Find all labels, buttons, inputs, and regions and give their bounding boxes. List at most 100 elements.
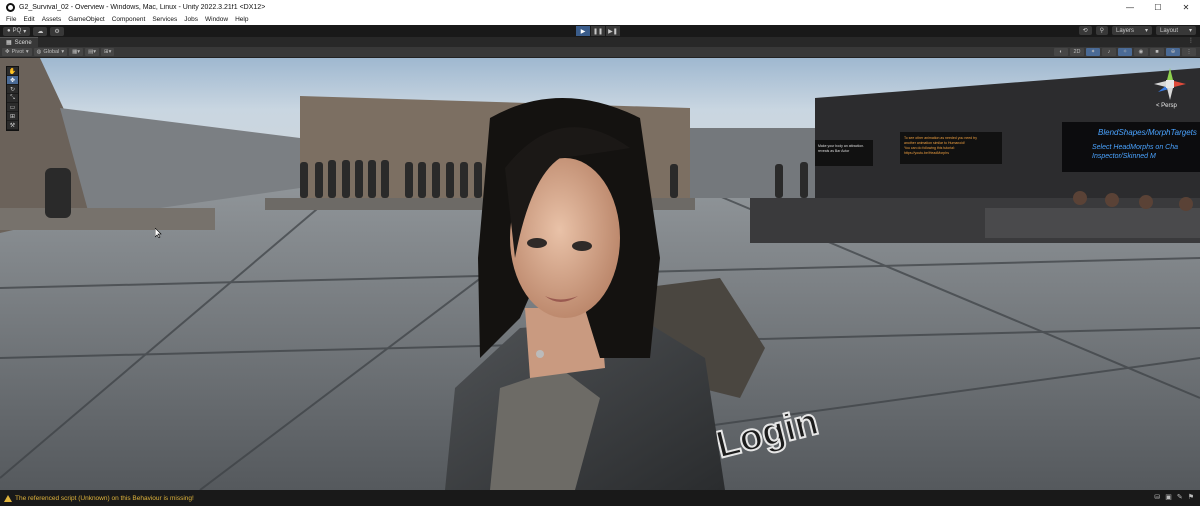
warning-icon: [4, 494, 12, 502]
status-message[interactable]: The referenced script (Unknown) on this …: [15, 495, 194, 502]
menu-assets[interactable]: Assets: [42, 16, 62, 23]
tab-menu-icon[interactable]: ⋮: [1188, 37, 1194, 44]
maximize-button[interactable]: ☐: [1144, 0, 1172, 14]
layout-dropdown[interactable]: Layout ▾: [1156, 26, 1196, 35]
axis-gizmo-icon: [1154, 68, 1186, 100]
menu-services[interactable]: Services: [152, 16, 177, 23]
progress-icon[interactable]: ⛁: [1154, 493, 1160, 501]
grid-snap-button[interactable]: ▦▾: [69, 48, 84, 56]
left-platform: [0, 208, 215, 230]
step-button[interactable]: ▶❚: [606, 26, 620, 36]
head-display-shelf: [985, 208, 1200, 238]
effects-toggle[interactable]: ✧: [1118, 48, 1132, 56]
effects-icon: ✧: [1122, 49, 1128, 55]
account-button[interactable]: ● PQ ▾: [3, 26, 31, 36]
play-button[interactable]: ▶: [576, 26, 590, 36]
scene-tab-bar: ▦ Scene ⋮: [0, 37, 1200, 47]
shading-icon: ◐: [1059, 49, 1063, 55]
history-button[interactable]: ⟲: [1078, 26, 1092, 35]
collab-button[interactable]: ⚙: [50, 26, 64, 36]
mouse-cursor-icon: [155, 228, 162, 238]
layers-label: Layers: [1116, 27, 1135, 34]
2d-toggle[interactable]: 2D: [1070, 48, 1084, 56]
sign-2-text: To see other animation as needed you nee…: [904, 136, 977, 155]
overlay-menu-button[interactable]: ⋮: [1182, 48, 1196, 56]
scene-grid-icon: ▦: [6, 40, 12, 46]
snap-increment-button[interactable]: ▤▾: [85, 48, 100, 56]
tab-scene-label: Scene: [14, 39, 32, 46]
projection-label[interactable]: < Persp: [1156, 103, 1177, 109]
search-button[interactable]: ⚲: [1095, 26, 1108, 35]
chevron-down-icon: ▾: [1188, 28, 1192, 34]
orientation-gizmo[interactable]: [1152, 66, 1188, 102]
cloud-button[interactable]: ☁: [33, 26, 48, 36]
chevron-down-icon: ▾: [61, 49, 65, 55]
layers-dropdown[interactable]: Layers ▾: [1112, 26, 1152, 35]
layout-label: Layout: [1160, 27, 1179, 34]
vertex-snap-button[interactable]: ⊞▾: [101, 48, 115, 56]
grid-icon: ▦▾: [72, 49, 81, 55]
debug-icon[interactable]: ✎: [1177, 493, 1183, 501]
snap-icon: ▤▾: [88, 49, 97, 55]
tab-scene[interactable]: ▦ Scene: [0, 37, 38, 47]
menu-edit[interactable]: Edit: [23, 16, 34, 23]
tool-palette: ✋ ✥ ↻ ⤡ ▭ ⊞ ⚒: [6, 66, 19, 131]
rect-tool-icon[interactable]: ▭: [7, 103, 18, 112]
window-title: G2_Survival_02 - Overview - Windows, Mac…: [19, 3, 266, 11]
pivot-toggle[interactable]: ✥ Pivot ▾: [2, 48, 32, 56]
draw-mode-button[interactable]: ◐: [1054, 48, 1068, 56]
scale-tool-icon[interactable]: ⤡: [7, 94, 18, 103]
globe-icon: ◍: [36, 49, 42, 55]
chevron-down-icon: ▾: [25, 49, 29, 55]
move-tool-icon[interactable]: ✥: [7, 76, 18, 85]
status-right: ⛁ ▣ ✎ ⚑: [1154, 493, 1194, 501]
hand-tool-icon[interactable]: ✋: [7, 67, 18, 76]
account-icon: ●: [7, 28, 11, 34]
gizmos-toggle[interactable]: ⊕: [1166, 48, 1180, 56]
menu-jobs[interactable]: Jobs: [184, 16, 198, 23]
minimize-button[interactable]: —: [1116, 0, 1144, 14]
gizmo-icon: ⊕: [1170, 49, 1176, 55]
status-bar[interactable]: The referenced script (Unknown) on this …: [0, 490, 1200, 506]
custom-tool-icon[interactable]: ⚒: [7, 121, 18, 130]
toolbar-right: ⟲ ⚲ Layers ▾ Layout ▾: [1075, 26, 1196, 35]
camera-settings-button[interactable]: ■: [1150, 48, 1164, 56]
global-label: Global: [43, 49, 60, 55]
speaker-icon: ♪: [1107, 49, 1111, 55]
collab-icon: ⚙: [54, 28, 60, 35]
sign-3-text: Select HeadMorphs on Cha Inspector/Skinn…: [1092, 144, 1178, 160]
close-button[interactable]: ✕: [1172, 0, 1200, 14]
window-controls: — ☐ ✕: [1116, 0, 1200, 14]
account-label: PQ: [12, 28, 22, 34]
menu-bar: File Edit Assets GameObject Component Se…: [0, 14, 1200, 25]
scene-toolbar: ✥ Pivot ▾ ◍ Global ▾ ▦▾ ▤▾ ⊞▾ ◐ 2D ✦ ♪ ✧…: [0, 47, 1200, 58]
rotate-tool-icon[interactable]: ↻: [7, 85, 18, 94]
playmode-controls: ▶ ❚❚ ▶❚: [576, 26, 621, 36]
transform-tool-icon[interactable]: ⊞: [7, 112, 18, 121]
cloud-icon: ☁: [37, 28, 44, 35]
graphics-icon[interactable]: ▣: [1165, 493, 1172, 501]
menu-component[interactable]: Component: [112, 16, 146, 23]
scene-viewport[interactable]: Login Make your body an attraction. reve…: [0, 58, 1200, 490]
sign-3-title: BlendShapes/MorphTargets: [1098, 128, 1197, 137]
global-toggle[interactable]: ◍ Global ▾: [33, 48, 68, 56]
eye-icon: ◉: [1138, 49, 1144, 55]
pause-button[interactable]: ❚❚: [591, 26, 605, 36]
character-right-eye: [572, 241, 592, 251]
more-icon: ⋮: [1186, 49, 1192, 55]
pivot-label: Pivot: [11, 49, 24, 55]
camera-icon: ■: [1155, 49, 1159, 55]
ruler-icon: ⊞▾: [104, 49, 112, 55]
pivot-icon: ✥: [5, 49, 10, 55]
main-toolbar: ● PQ ▾ ☁ ⚙ ▶ ❚❚ ▶❚ ⟲ ⚲ Layers ▾ Layout ▾: [0, 25, 1200, 37]
hidden-objects-toggle[interactable]: ◉: [1134, 48, 1148, 56]
sign-1-text: Make your body an attraction. reveals as…: [818, 144, 865, 153]
menu-help[interactable]: Help: [235, 16, 248, 23]
character-left-eye: [527, 238, 547, 248]
lighting-toggle[interactable]: ✦: [1086, 48, 1100, 56]
notifications-icon[interactable]: ⚑: [1188, 493, 1194, 501]
menu-window[interactable]: Window: [205, 16, 228, 23]
menu-file[interactable]: File: [6, 16, 16, 23]
menu-gameobject[interactable]: GameObject: [68, 16, 105, 23]
audio-toggle[interactable]: ♪: [1102, 48, 1116, 56]
